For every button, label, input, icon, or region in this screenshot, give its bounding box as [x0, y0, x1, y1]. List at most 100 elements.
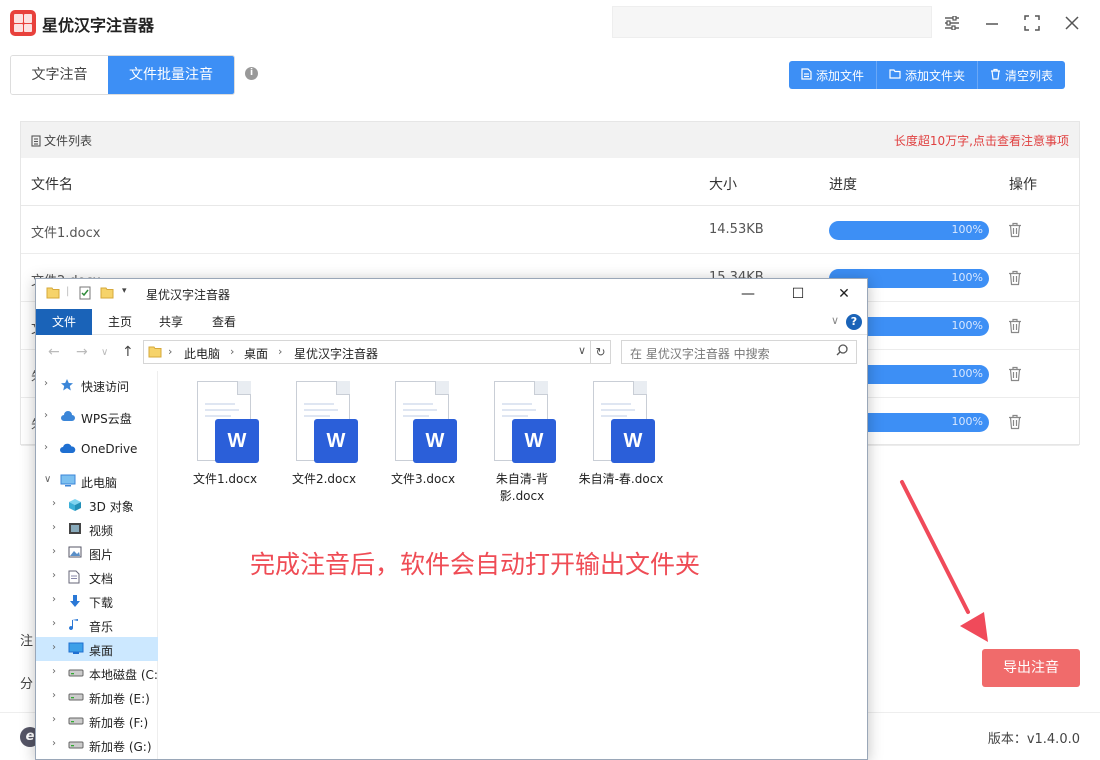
export-annotation-button[interactable]: 导出注音 [982, 649, 1080, 687]
clear-list-button[interactable]: 清空列表 [978, 61, 1066, 89]
file-item[interactable]: W 文件3.docx [377, 381, 469, 488]
file-explorer-window: | ▾ 星优汉字注音器 — ☐ ✕ 文件 主页 共享 查看 ∨ ? ← → ∨ … [35, 278, 868, 760]
nav-item[interactable]: › 快速访问 [36, 373, 158, 397]
add-file-button[interactable]: 添加文件 [789, 61, 878, 89]
forward-icon[interactable]: → [76, 344, 88, 360]
file-icon [801, 67, 812, 83]
ribbon-tab-home[interactable]: 主页 [100, 309, 140, 335]
delete-icon[interactable] [1008, 222, 1022, 238]
delete-icon[interactable] [1008, 270, 1022, 286]
delete-icon[interactable] [1008, 318, 1022, 334]
chevron-right-icon[interactable]: › [52, 690, 56, 701]
nav-item[interactable]: › 新加卷 (G:) [36, 733, 158, 757]
close-icon[interactable] [1062, 13, 1082, 33]
nav-item[interactable]: › 新加卷 (F:) [36, 709, 158, 733]
ribbon-expand-icon[interactable]: ∨ [831, 314, 839, 327]
length-notice-link[interactable]: 长度超10万字,点击查看注意事项 [894, 132, 1069, 149]
nav-item[interactable]: › 新加卷 (E:) [36, 685, 158, 709]
word-document-icon: W [492, 381, 556, 465]
ribbon-tab-file[interactable]: 文件 [36, 309, 92, 335]
tab-text-annotation[interactable]: 文字注音 [11, 56, 108, 94]
word-document-icon: W [294, 381, 358, 465]
chevron-right-icon[interactable]: › [44, 410, 48, 421]
address-dropdown-icon[interactable]: ∨ [578, 344, 586, 357]
new-folder-icon[interactable] [100, 286, 114, 300]
progress-bar: 100% [829, 221, 989, 240]
nav-item[interactable]: ∨ 此电脑 [36, 469, 158, 493]
nav-item[interactable]: › 音乐 [36, 613, 158, 637]
breadcrumb-app-folder[interactable]: 星优汉字注音器 [294, 345, 378, 362]
file-list-header: 文件列表 长度超10万字,点击查看注意事项 [21, 122, 1079, 158]
settings-icon[interactable] [942, 13, 962, 33]
table-header: 文件名 大小 进度 操作 [21, 158, 1079, 206]
chevron-right-icon[interactable]: › [52, 522, 56, 533]
explorer-search-input[interactable]: 在 星优汉字注音器 中搜索 [621, 340, 857, 364]
file-item-name: 朱自清-背影.docx [495, 472, 549, 503]
address-bar[interactable]: › 此电脑 › 桌面 › 星优汉字注音器 ∨ [143, 340, 591, 364]
file-name-cell: 文件1.docx [31, 226, 101, 241]
file-item[interactable]: W 朱自清-春.docx [575, 381, 667, 488]
ribbon-tab-share[interactable]: 共享 [151, 309, 191, 335]
chevron-right-icon[interactable]: › [52, 498, 56, 509]
nav-item-label: 新加卷 (E:) [89, 692, 150, 706]
chevron-right-icon[interactable]: › [44, 442, 48, 453]
maximize-icon[interactable] [1022, 13, 1042, 33]
delete-icon[interactable] [1008, 366, 1022, 382]
title-bar: 星优汉字注音器 [0, 0, 1100, 46]
star-icon [60, 378, 74, 391]
nav-item[interactable]: › OneDrive [36, 437, 158, 461]
add-folder-button[interactable]: 添加文件夹 [877, 61, 979, 89]
column-size: 大小 [709, 177, 737, 193]
nav-item[interactable]: › 文档 [36, 565, 158, 589]
ribbon-tab-view[interactable]: 查看 [204, 309, 244, 335]
recent-dropdown-icon[interactable]: ∨ [101, 347, 108, 358]
customize-dropdown-icon[interactable]: ▾ [122, 286, 136, 300]
file-item[interactable]: W 朱自清-背影.docx [476, 381, 568, 505]
delete-icon[interactable] [1008, 414, 1022, 430]
nav-item[interactable]: › 3D 对象 [36, 493, 158, 517]
explorer-minimize-icon[interactable]: — [736, 283, 760, 305]
up-icon[interactable]: ↑ [122, 344, 134, 360]
breadcrumb-desktop[interactable]: 桌面 [244, 345, 268, 362]
nav-item[interactable]: › 图片 [36, 541, 158, 565]
breadcrumb-this-pc[interactable]: 此电脑 [184, 345, 220, 362]
search-icon [836, 344, 848, 359]
chevron-right-icon[interactable]: › [52, 594, 56, 605]
chevron-right-icon[interactable]: › [52, 714, 56, 725]
chevron-right-icon[interactable]: › [52, 546, 56, 557]
nav-item-label: 快速访问 [81, 380, 130, 394]
nav-item[interactable]: › 下载 [36, 589, 158, 613]
file-item[interactable]: W 文件1.docx [179, 381, 271, 488]
refresh-icon[interactable]: ↻ [591, 340, 611, 364]
chevron-right-icon[interactable]: › [52, 666, 56, 677]
explorer-close-icon[interactable]: ✕ [832, 283, 856, 305]
table-row[interactable]: 文件1.docx 14.53KB 100% [21, 206, 1079, 254]
help-icon[interactable]: ? [846, 314, 862, 330]
chevron-right-icon[interactable]: › [44, 378, 48, 389]
nav-item-label: WPS云盘 [81, 412, 132, 426]
chevron-down-icon[interactable]: ∨ [44, 474, 51, 485]
chevron-right-icon[interactable]: › [52, 642, 56, 653]
nav-item[interactable]: › 本地磁盘 (C: [36, 661, 158, 685]
nav-item[interactable]: › WPS云盘 [36, 405, 158, 429]
chevron-right-icon[interactable]: › [52, 738, 56, 749]
computer-icon [60, 474, 76, 487]
explorer-maximize-icon[interactable]: ☐ [786, 283, 810, 305]
file-item-name: 文件2.docx [291, 472, 357, 486]
back-icon[interactable]: ← [48, 344, 60, 360]
properties-icon[interactable] [78, 286, 92, 300]
folder-icon [148, 345, 162, 361]
progress-label: 100% [951, 367, 983, 380]
minimize-icon[interactable] [982, 13, 1002, 33]
progress-label: 100% [951, 319, 983, 332]
tab-batch-file-annotation[interactable]: 文件批量注音 [108, 56, 234, 94]
chevron-right-icon[interactable]: › [52, 570, 56, 581]
chevron-right-icon[interactable]: › [52, 618, 56, 629]
folder-icon [889, 68, 901, 82]
file-item-name: 文件3.docx [390, 472, 456, 486]
file-item[interactable]: W 文件2.docx [278, 381, 370, 488]
progress-label: 100% [951, 271, 983, 284]
info-icon[interactable]: i [245, 67, 258, 80]
nav-item[interactable]: › 视频 [36, 517, 158, 541]
nav-item[interactable]: › 桌面 [36, 637, 158, 661]
